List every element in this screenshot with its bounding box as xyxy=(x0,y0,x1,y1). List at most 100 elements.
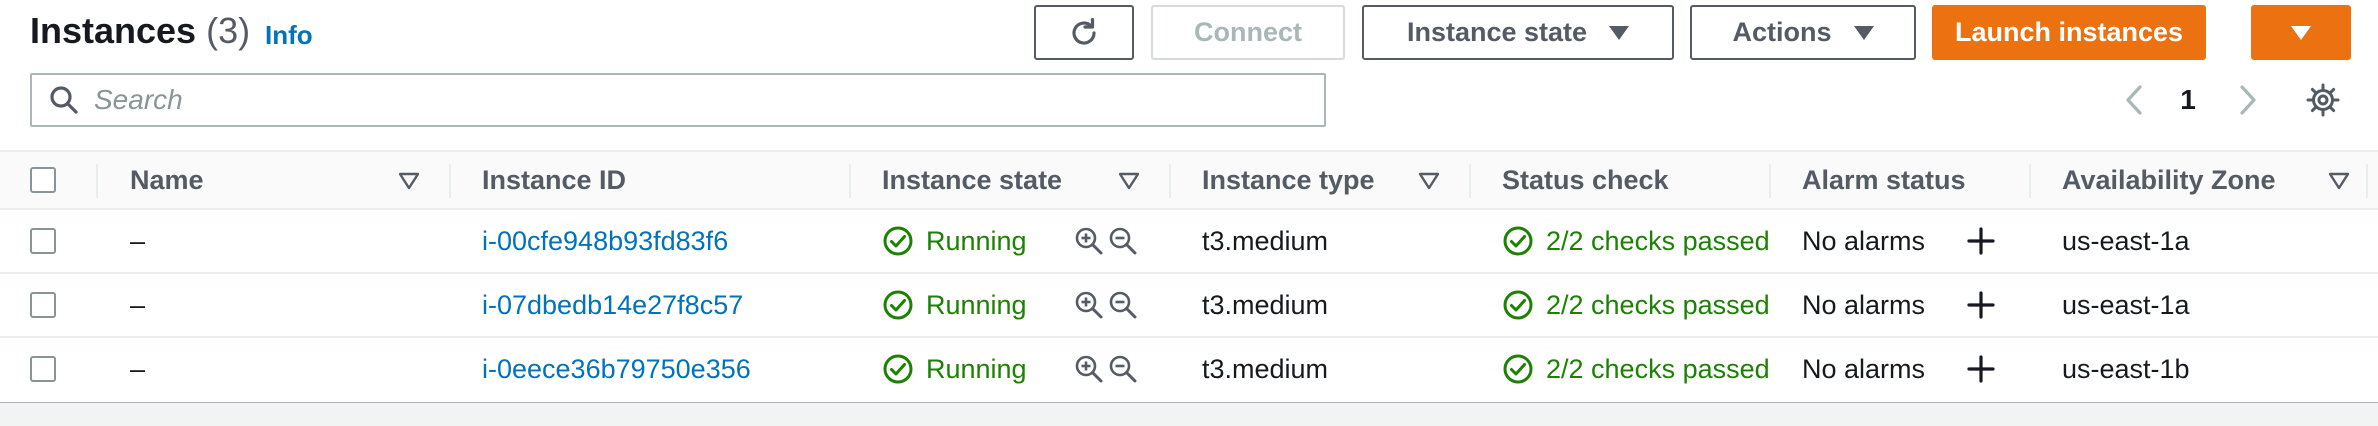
current-page-number[interactable]: 1 xyxy=(2178,84,2198,116)
row-select-cell xyxy=(30,210,56,272)
instance-state-cell: Running xyxy=(882,274,1027,336)
zoom-controls xyxy=(1073,338,1139,400)
select-all-checkbox[interactable] xyxy=(30,167,56,193)
check-circle-icon xyxy=(1503,226,1533,256)
column-divider[interactable] xyxy=(449,164,451,198)
search-box xyxy=(30,73,1326,127)
search-icon xyxy=(50,86,78,114)
column-divider[interactable] xyxy=(2029,164,2031,198)
sort-icon[interactable] xyxy=(1118,172,1140,190)
instance-name: – xyxy=(130,225,146,256)
zoom-out-icon[interactable] xyxy=(1107,225,1139,257)
row-checkbox[interactable] xyxy=(30,356,56,382)
column-divider[interactable] xyxy=(96,164,98,198)
instance-name: – xyxy=(130,353,146,384)
instance-id-link[interactable]: i-00cfe948b93fd83f6 xyxy=(482,210,728,272)
column-divider[interactable] xyxy=(1769,164,1771,198)
column-header-label: Alarm status xyxy=(1802,164,1966,195)
column-divider[interactable] xyxy=(849,164,851,198)
refresh-button[interactable] xyxy=(1034,5,1134,60)
zoom-in-icon[interactable] xyxy=(1073,225,1105,257)
status-check-cell: 2/2 checks passed xyxy=(1502,210,1770,272)
column-header-alarm-status[interactable]: Alarm status xyxy=(1802,152,2032,208)
sort-icon[interactable] xyxy=(398,172,420,190)
column-header-instance-state[interactable]: Instance state xyxy=(882,152,1142,208)
page-title-text: Instances xyxy=(30,10,197,51)
add-alarm-button[interactable] xyxy=(1966,210,1996,272)
column-divider[interactable] xyxy=(1169,164,1171,198)
next-page-icon[interactable] xyxy=(2232,82,2262,118)
instance-type: t3.medium xyxy=(1202,353,1329,384)
plus-icon xyxy=(1967,227,1995,255)
check-circle-icon xyxy=(1503,290,1533,320)
column-header-instance-id[interactable]: Instance ID xyxy=(482,152,842,208)
actions-dropdown-label: Actions xyxy=(1732,17,1832,47)
status-check-text: 2/2 checks passed xyxy=(1546,289,1770,320)
actions-dropdown[interactable]: Actions xyxy=(1690,5,1916,60)
previous-page-icon[interactable] xyxy=(2120,82,2150,118)
search-input[interactable] xyxy=(94,84,1294,116)
column-header-label: Instance type xyxy=(1202,164,1375,195)
instance-id-link[interactable]: i-0eece36b79750e356 xyxy=(482,338,751,400)
connect-button[interactable]: Connect xyxy=(1151,5,1345,60)
instances-panel: Instances (3) Info Connect Instance stat… xyxy=(0,0,2378,403)
table-row[interactable]: – i-00cfe948b93fd83f6 Running t3.medium … xyxy=(0,210,2378,274)
column-header-label: Name xyxy=(130,164,204,195)
instance-id-link[interactable]: i-07dbedb14e27f8c57 xyxy=(482,274,743,336)
add-alarm-button[interactable] xyxy=(1966,338,1996,400)
launch-instances-button[interactable]: Launch instances xyxy=(1932,5,2206,60)
instance-state-text: Running xyxy=(926,353,1027,384)
column-divider[interactable] xyxy=(2366,164,2368,198)
column-divider[interactable] xyxy=(1469,164,1471,198)
table-row[interactable]: – i-07dbedb14e27f8c57 Running t3.medium … xyxy=(0,274,2378,338)
column-header-availability-zone[interactable]: Availability Zone xyxy=(2062,152,2352,208)
check-circle-icon xyxy=(883,354,913,384)
refresh-icon xyxy=(1072,17,1096,45)
select-all-cell xyxy=(30,152,56,208)
zoom-in-icon[interactable] xyxy=(1073,289,1105,321)
check-circle-icon xyxy=(883,290,913,320)
row-select-cell xyxy=(30,338,56,400)
column-header-label: Instance ID xyxy=(482,164,627,195)
gear-icon[interactable] xyxy=(2305,82,2341,118)
zoom-in-icon[interactable] xyxy=(1073,353,1105,385)
zoom-controls xyxy=(1073,274,1139,336)
instance-state-dropdown[interactable]: Instance state xyxy=(1362,5,1674,60)
page-background-strip xyxy=(0,403,2378,426)
row-checkbox[interactable] xyxy=(30,228,56,254)
column-header-name[interactable]: Name xyxy=(130,152,420,208)
table-row[interactable]: – i-0eece36b79750e356 Running t3.medium … xyxy=(0,338,2378,402)
check-circle-icon xyxy=(1503,354,1533,384)
alarm-status: No alarms xyxy=(1802,225,1926,256)
add-alarm-button[interactable] xyxy=(1966,274,1996,336)
instance-state-cell: Running xyxy=(882,210,1027,272)
status-check-text: 2/2 checks passed xyxy=(1546,225,1770,256)
zoom-controls xyxy=(1073,210,1139,272)
instance-state-text: Running xyxy=(926,289,1027,320)
caret-down-icon xyxy=(2291,25,2311,40)
availability-zone: us-east-1b xyxy=(2062,353,2190,384)
row-checkbox[interactable] xyxy=(30,292,56,318)
page-title: Instances (3) xyxy=(30,10,250,52)
sort-icon[interactable] xyxy=(1418,172,1440,190)
launch-instances-dropdown-button[interactable] xyxy=(2251,5,2351,60)
plus-icon xyxy=(1967,291,1995,319)
row-select-cell xyxy=(30,274,56,336)
column-header-status-check[interactable]: Status check xyxy=(1502,152,1762,208)
sort-icon[interactable] xyxy=(2328,172,2350,190)
column-header-label: Instance state xyxy=(882,164,1063,195)
zoom-out-icon[interactable] xyxy=(1107,353,1139,385)
plus-icon xyxy=(1967,355,1995,383)
status-check-cell: 2/2 checks passed xyxy=(1502,338,1770,400)
alarm-status: No alarms xyxy=(1802,353,1926,384)
instance-state-dropdown-label: Instance state xyxy=(1406,17,1588,47)
caret-down-icon xyxy=(1609,25,1630,40)
column-header-instance-type[interactable]: Instance type xyxy=(1202,152,1452,208)
instance-count: (3) xyxy=(206,10,251,51)
instance-state-text: Running xyxy=(926,225,1027,256)
caret-down-icon xyxy=(1853,25,1874,40)
info-link[interactable]: Info xyxy=(265,20,313,51)
instance-name: – xyxy=(130,289,146,320)
zoom-out-icon[interactable] xyxy=(1107,289,1139,321)
status-check-text: 2/2 checks passed xyxy=(1546,353,1770,384)
